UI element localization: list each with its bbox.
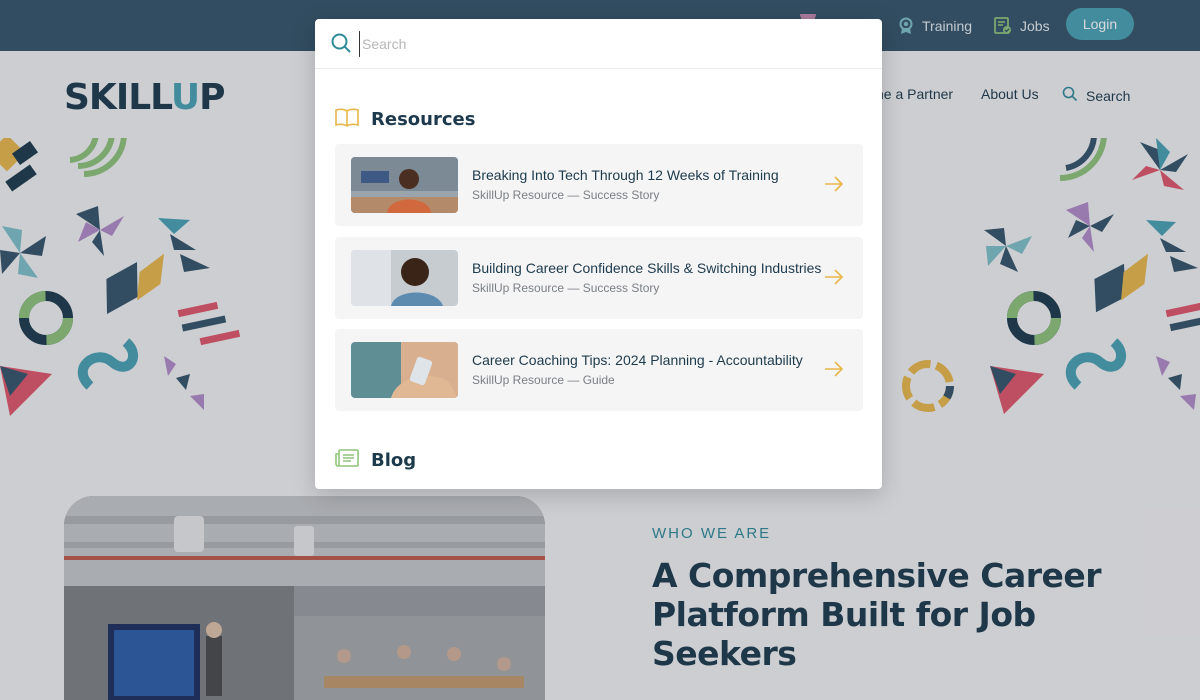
search-input[interactable] <box>359 31 859 57</box>
resource-card[interactable]: Building Career Confidence Skills & Swit… <box>335 237 863 319</box>
search-modal: Resources Breaking Into Tech Through 12 … <box>315 19 882 489</box>
resource-subtitle: SkillUp Resource — Success Story <box>472 188 660 202</box>
resource-title: Breaking Into Tech Through 12 Weeks of T… <box>472 167 779 183</box>
resource-thumbnail <box>351 157 458 213</box>
resource-card[interactable]: Breaking Into Tech Through 12 Weeks of T… <box>335 144 863 226</box>
arrow-right-icon <box>824 269 844 290</box>
arrow-right-icon <box>824 361 844 382</box>
resource-subtitle: SkillUp Resource — Success Story <box>472 281 660 295</box>
arrow-right-icon <box>824 176 844 197</box>
resource-card[interactable]: Career Coaching Tips: 2024 Planning - Ac… <box>335 329 863 411</box>
resource-subtitle: SkillUp Resource — Guide <box>472 373 615 387</box>
resource-thumbnail <box>351 342 458 398</box>
book-icon <box>335 107 359 132</box>
resource-title: Career Coaching Tips: 2024 Planning - Ac… <box>472 352 803 368</box>
blog-heading: Blog <box>335 448 416 473</box>
resources-heading: Resources <box>335 107 475 132</box>
blog-title: Blog <box>371 450 417 471</box>
resource-title: Building Career Confidence Skills & Swit… <box>472 260 822 276</box>
search-bar <box>315 19 882 69</box>
resource-thumbnail <box>351 250 458 306</box>
search-icon <box>331 33 351 58</box>
newspaper-icon <box>335 448 359 473</box>
resources-title: Resources <box>371 109 476 130</box>
